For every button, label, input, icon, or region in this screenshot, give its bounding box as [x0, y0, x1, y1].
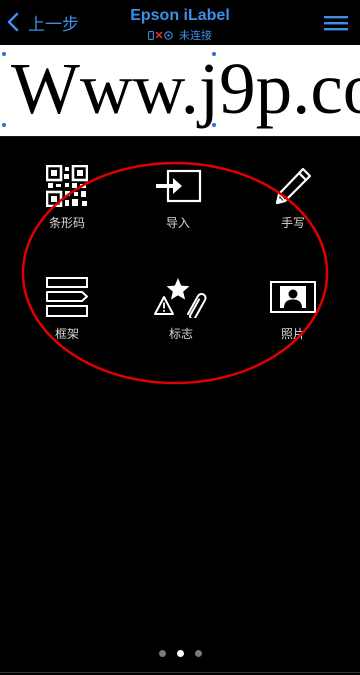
tool-label: 照片: [280, 327, 305, 341]
qr-code-icon: [46, 165, 88, 207]
menu-icon[interactable]: [324, 14, 348, 32]
tool-photo[interactable]: 照片: [243, 275, 343, 355]
bottom-divider: [0, 672, 360, 673]
wifi-icon: [164, 30, 173, 40]
printer-icon: [148, 30, 154, 40]
connection-status-text: 未连接: [179, 29, 212, 42]
selection-handle[interactable]: [212, 52, 216, 56]
tool-barcode[interactable]: 条形码: [17, 164, 117, 244]
symbols-icon: [154, 278, 207, 318]
app-title: Epson iLabel: [130, 7, 230, 24]
tool-frame[interactable]: 框架: [17, 275, 117, 355]
photo-icon: [270, 281, 316, 313]
pencil-icon: [275, 167, 312, 205]
connection-status: 未连接: [0, 27, 360, 43]
tool-symbols[interactable]: 标志: [131, 275, 231, 355]
tool-label: 框架: [54, 327, 79, 341]
tool-label: 手写: [280, 216, 305, 230]
disconnected-x-icon: [155, 31, 163, 39]
label-canvas[interactable]: Www.j9p.co: [0, 45, 360, 136]
header: 上一步 Epson iLabel 未连接: [0, 0, 360, 45]
divider: [0, 136, 360, 137]
tool-import[interactable]: 导入: [128, 164, 228, 244]
page-dot[interactable]: [158, 650, 166, 657]
page-dot-active[interactable]: [176, 650, 184, 657]
selection-handle[interactable]: [212, 123, 216, 127]
tool-label: 导入: [165, 216, 190, 230]
page-dot[interactable]: [194, 650, 202, 657]
tool-handwriting[interactable]: 手写: [243, 164, 343, 244]
tool-label: 标志: [168, 327, 193, 341]
selection-handle[interactable]: [2, 52, 6, 56]
selection-handle[interactable]: [2, 123, 6, 127]
tool-label: 条形码: [48, 216, 85, 230]
label-text-object[interactable]: Www.j9p.co: [11, 49, 360, 129]
frame-icon: [46, 277, 88, 317]
import-icon: [156, 169, 202, 203]
page-indicator[interactable]: [0, 650, 360, 657]
